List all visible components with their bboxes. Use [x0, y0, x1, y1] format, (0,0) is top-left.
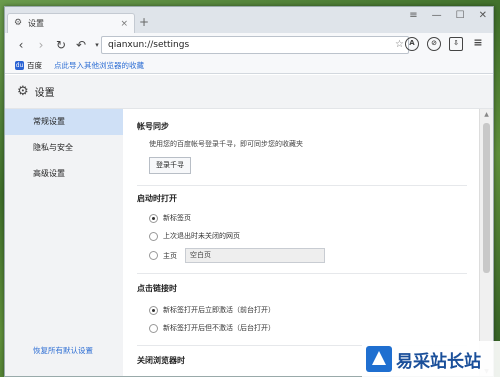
- settings-header: ⚙ 设置: [5, 75, 493, 109]
- import-bookmarks-link[interactable]: 点此导入其他浏览器的收藏: [54, 60, 144, 71]
- gear-icon: ⚙: [14, 18, 23, 28]
- divider: [137, 185, 467, 186]
- radio-button[interactable]: [149, 231, 158, 241]
- navigation-bar: ‹ › ↻ ↶ ▾ qianxun://settings ☆ A ⊘ ⇩ ≡: [5, 33, 493, 57]
- download-icon[interactable]: ⇩: [449, 37, 463, 51]
- page-title: 设置: [34, 88, 55, 99]
- radio-label: 上次退出时未关闭的网页: [163, 232, 240, 240]
- radio-label: 主页: [163, 251, 177, 260]
- settings-gear-icon: ⚙: [17, 84, 29, 99]
- address-text: qianxun://settings: [108, 40, 190, 50]
- radio-button[interactable]: [149, 323, 158, 333]
- menu-icon[interactable]: ≡: [409, 10, 417, 21]
- minimize-button[interactable]: —: [432, 10, 442, 21]
- forward-button[interactable]: ›: [33, 39, 49, 51]
- tab-close-icon[interactable]: ×: [120, 19, 128, 29]
- undo-button[interactable]: ↶: [73, 39, 89, 51]
- reload-button[interactable]: ↻: [53, 39, 69, 51]
- address-bar[interactable]: qianxun://settings ☆: [101, 36, 409, 54]
- watermark: 易采站长站: [362, 341, 500, 377]
- radio-button[interactable]: [149, 305, 158, 315]
- radio-label: 新标签打开后但不激活（后台打开）: [163, 324, 275, 332]
- maximize-button[interactable]: ☐: [456, 10, 465, 21]
- adblock-icon[interactable]: A: [405, 37, 419, 51]
- startup-option-newtab[interactable]: 新标签页: [149, 213, 191, 223]
- settings-sidebar: 常规设置 隐私与安全 高级设置 恢复所有默认设置: [5, 109, 123, 376]
- restore-defaults-link[interactable]: 恢复所有默认设置: [33, 345, 93, 356]
- scroll-thumb[interactable]: [483, 123, 490, 273]
- radio-button[interactable]: [149, 213, 158, 223]
- radio-label: 新标签打开后立即激活（前台打开）: [163, 306, 275, 314]
- login-button[interactable]: 登录千寻: [149, 157, 191, 174]
- new-tab-button[interactable]: +: [139, 16, 149, 28]
- radio-label: 新标签页: [163, 214, 191, 222]
- sync-section-title: 帐号同步: [137, 122, 169, 131]
- startup-option-restore[interactable]: 上次退出时未关闭的网页: [149, 231, 240, 241]
- radio-button[interactable]: [149, 251, 158, 260]
- bookmarks-bar: du 百度 点此导入其他浏览器的收藏: [5, 57, 493, 74]
- close-section-title: 关闭浏览器时: [137, 356, 185, 365]
- tab-title: 设置: [28, 19, 44, 28]
- sidebar-item-general[interactable]: 常规设置: [5, 109, 123, 135]
- bookmark-baidu[interactable]: 百度: [27, 60, 42, 71]
- sync-description: 使用您的百度帐号登录千寻，即可同步您的收藏夹: [149, 140, 303, 148]
- startup-section-title: 启动时打开: [137, 194, 177, 203]
- watermark-logo-icon: [366, 346, 392, 372]
- main-menu-icon[interactable]: ≡: [471, 37, 485, 51]
- startup-option-homepage[interactable]: 主页 空白页: [149, 248, 325, 263]
- links-option-background[interactable]: 新标签打开后但不激活（后台打开）: [149, 323, 275, 333]
- settings-content: 帐号同步 使用您的百度帐号登录千寻，即可同步您的收藏夹 登录千寻 启动时打开 新…: [123, 109, 481, 376]
- divider: [137, 273, 467, 274]
- compass-icon[interactable]: ⊘: [427, 37, 441, 51]
- undo-dropdown-icon[interactable]: ▾: [93, 39, 101, 51]
- back-button[interactable]: ‹: [13, 39, 29, 51]
- links-section-title: 点击链接时: [137, 284, 177, 293]
- browser-window: ⚙ 设置 × + ≡ — ☐ ✕ ‹ › ↻ ↶ ▾ qianxun://set…: [4, 6, 494, 377]
- sidebar-item-advanced[interactable]: 高级设置: [5, 161, 123, 187]
- window-controls: ≡ — ☐ ✕: [409, 10, 487, 21]
- sidebar-item-privacy[interactable]: 隐私与安全: [5, 135, 123, 161]
- baidu-icon: du: [15, 60, 24, 70]
- vertical-scrollbar[interactable]: ▲ ▼: [479, 109, 493, 376]
- links-option-foreground[interactable]: 新标签打开后立即激活（前台打开）: [149, 305, 275, 315]
- toolbar-icons: A ⊘ ⇩ ≡: [405, 37, 485, 51]
- star-icon[interactable]: ☆: [395, 37, 404, 53]
- scroll-up-icon[interactable]: ▲: [480, 109, 493, 121]
- homepage-input[interactable]: 空白页: [185, 248, 325, 263]
- close-window-button[interactable]: ✕: [479, 10, 487, 21]
- watermark-text: 易采站长站: [396, 351, 481, 372]
- tab-settings[interactable]: ⚙ 设置 ×: [7, 13, 135, 33]
- tab-strip: ⚙ 设置 × + ≡ — ☐ ✕: [5, 7, 493, 33]
